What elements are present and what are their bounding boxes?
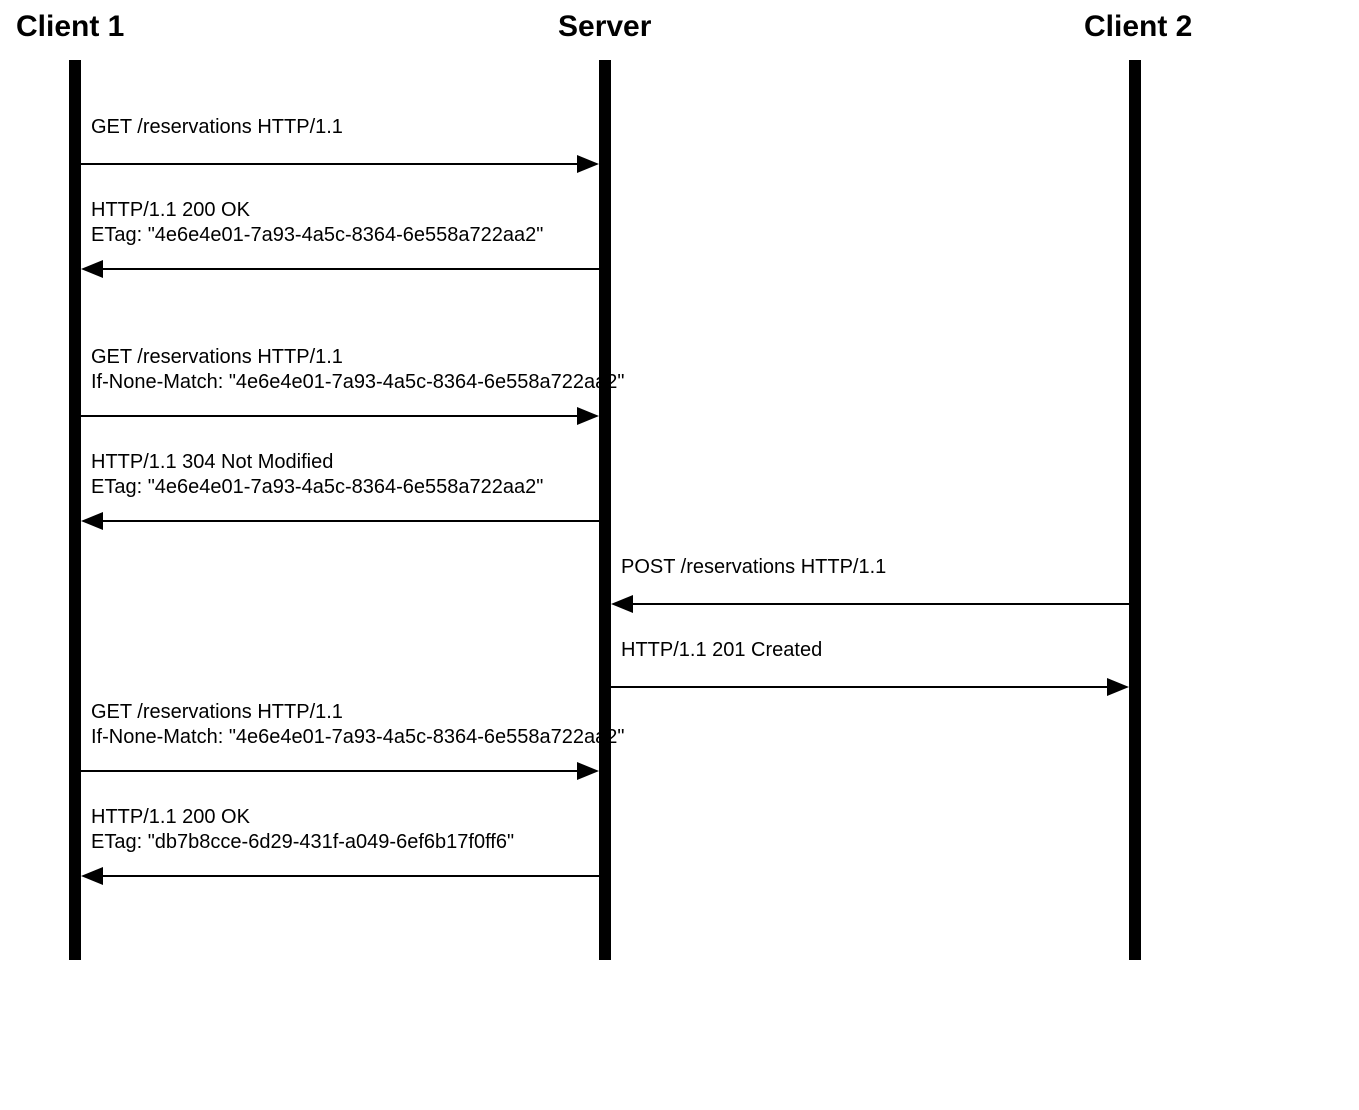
message-arrow	[103, 268, 599, 270]
arrow-head-icon	[577, 762, 599, 780]
message-text: HTTP/1.1 201 Created	[621, 638, 822, 663]
lifeline-server	[599, 60, 611, 960]
arrow-head-icon	[611, 595, 633, 613]
arrow-head-icon	[577, 407, 599, 425]
message-arrow	[81, 770, 577, 772]
message-text: GET /reservations HTTP/1.1 If-None-Match…	[91, 345, 624, 395]
actor-server: Server	[558, 10, 651, 44]
arrow-head-icon	[81, 260, 103, 278]
message-arrow	[81, 163, 577, 165]
message-arrow	[611, 686, 1107, 688]
message-text: POST /reservations HTTP/1.1	[621, 555, 886, 580]
sequence-diagram: Client 1 Server Client 2 GET /reservatio…	[0, 0, 1359, 1110]
arrow-head-icon	[81, 512, 103, 530]
message-arrow	[103, 875, 599, 877]
lifeline-client1	[69, 60, 81, 960]
message-text: GET /reservations HTTP/1.1 If-None-Match…	[91, 700, 624, 750]
message-arrow	[81, 415, 577, 417]
actor-client1: Client 1	[16, 10, 124, 44]
message-text: GET /reservations HTTP/1.1	[91, 115, 343, 140]
message-arrow	[633, 603, 1129, 605]
message-text: HTTP/1.1 200 OK ETag: "db7b8cce-6d29-431…	[91, 805, 514, 855]
message-arrow	[103, 520, 599, 522]
message-text: HTTP/1.1 304 Not Modified ETag: "4e6e4e0…	[91, 450, 543, 500]
message-text: HTTP/1.1 200 OK ETag: "4e6e4e01-7a93-4a5…	[91, 198, 543, 248]
arrow-head-icon	[1107, 678, 1129, 696]
arrow-head-icon	[81, 867, 103, 885]
lifeline-client2	[1129, 60, 1141, 960]
arrow-head-icon	[577, 155, 599, 173]
actor-client2: Client 2	[1084, 10, 1192, 44]
